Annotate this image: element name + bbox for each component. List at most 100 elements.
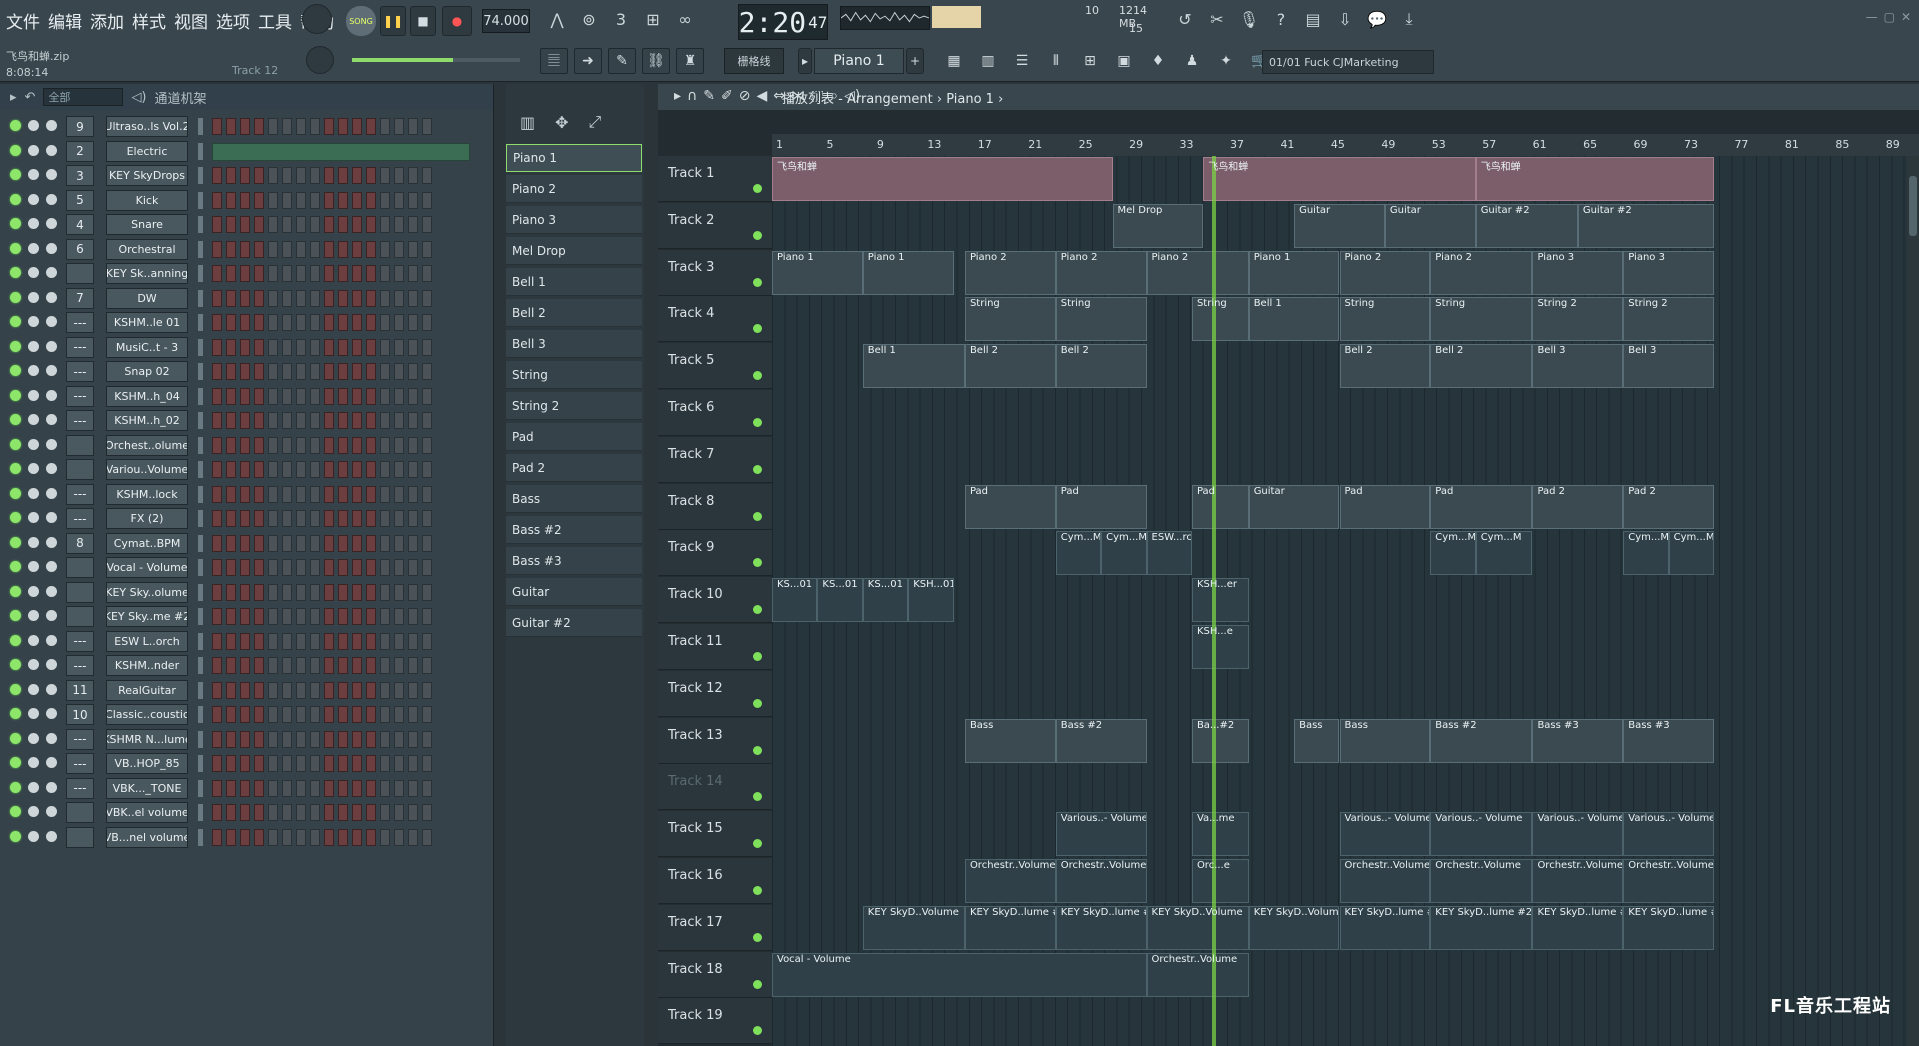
channel-name-button[interactable]: Orchestral bbox=[106, 238, 188, 260]
channel-row[interactable]: --- ESW L..orch bbox=[0, 629, 494, 655]
pattern-clip[interactable]: Piano 3 bbox=[1623, 250, 1715, 295]
step-button[interactable] bbox=[422, 730, 432, 748]
step-button[interactable] bbox=[226, 681, 236, 699]
playback-icon[interactable]: ◁) bbox=[844, 88, 860, 104]
step-button[interactable] bbox=[324, 118, 334, 135]
channel-name-button[interactable]: KSHM..h_04 bbox=[106, 385, 188, 407]
channel-mute-led[interactable] bbox=[10, 830, 21, 842]
step-button[interactable] bbox=[338, 191, 348, 209]
step-button[interactable] bbox=[240, 240, 250, 258]
delete-icon[interactable]: ⊘ bbox=[739, 88, 751, 104]
channel-volume-knob[interactable] bbox=[46, 414, 57, 425]
channel-mute-led[interactable] bbox=[10, 414, 21, 425]
step-button[interactable] bbox=[254, 755, 264, 772]
step-button[interactable] bbox=[268, 387, 278, 405]
automation-clip[interactable]: KEY SkyD..lume #2 bbox=[964, 905, 1056, 950]
step-button[interactable] bbox=[254, 240, 264, 258]
step-button[interactable] bbox=[366, 289, 376, 307]
pattern-clip[interactable]: Piano 2 bbox=[1055, 250, 1147, 295]
step-button[interactable] bbox=[212, 559, 222, 576]
step-button[interactable] bbox=[254, 191, 264, 209]
channel-volume-knob[interactable] bbox=[46, 610, 57, 621]
track-mute-led[interactable] bbox=[753, 792, 762, 802]
channel-pan-knob[interactable] bbox=[28, 169, 39, 180]
step-button[interactable] bbox=[380, 828, 390, 846]
step-button[interactable] bbox=[282, 510, 292, 527]
channel-row[interactable]: Variou..Volume bbox=[0, 457, 494, 483]
step-button[interactable] bbox=[352, 828, 362, 846]
step-button[interactable] bbox=[352, 167, 362, 184]
step-button[interactable] bbox=[254, 387, 264, 405]
step-button[interactable] bbox=[296, 730, 306, 748]
channel-row[interactable]: --- KSHM..le 01 bbox=[0, 310, 494, 336]
step-button[interactable] bbox=[268, 608, 278, 625]
picker-item[interactable]: Bass #3 bbox=[506, 547, 642, 575]
step-button[interactable] bbox=[324, 191, 334, 209]
step-button[interactable] bbox=[282, 265, 292, 282]
step-button[interactable] bbox=[380, 289, 390, 307]
step-button[interactable] bbox=[310, 608, 320, 625]
step-button[interactable] bbox=[394, 167, 404, 184]
step-button[interactable] bbox=[352, 559, 362, 576]
pattern-clip[interactable]: String 2 bbox=[1532, 297, 1624, 342]
channel-mixer-track[interactable] bbox=[66, 826, 94, 848]
channel-volume-knob[interactable] bbox=[46, 634, 57, 646]
channel-pan-knob[interactable] bbox=[28, 806, 39, 817]
picker-item[interactable]: Mel Drop bbox=[506, 237, 642, 265]
step-button[interactable] bbox=[422, 583, 432, 601]
channel-mute-led[interactable] bbox=[10, 708, 21, 719]
pattern-clip[interactable]: String bbox=[1055, 297, 1147, 342]
step-button[interactable] bbox=[226, 657, 236, 674]
step-button[interactable] bbox=[324, 363, 334, 380]
picker-item[interactable]: Piano 1 bbox=[506, 144, 642, 172]
track-mute-led[interactable] bbox=[753, 886, 762, 895]
step-button[interactable] bbox=[282, 412, 292, 429]
step-button[interactable] bbox=[408, 216, 418, 233]
step-button[interactable] bbox=[268, 534, 278, 552]
step-button[interactable] bbox=[212, 167, 222, 184]
step-button[interactable] bbox=[408, 755, 418, 772]
step-button[interactable] bbox=[226, 387, 236, 405]
step-button[interactable] bbox=[212, 265, 222, 282]
channel-pan-knob[interactable] bbox=[28, 389, 39, 401]
step-button[interactable] bbox=[240, 706, 250, 723]
step-button[interactable] bbox=[352, 363, 362, 380]
channel-row[interactable]: 4 Snare bbox=[0, 212, 494, 238]
step-button[interactable] bbox=[212, 608, 222, 625]
countdown-icon[interactable]: 3 bbox=[608, 6, 634, 32]
step-button[interactable] bbox=[422, 387, 432, 405]
step-button[interactable] bbox=[352, 485, 362, 503]
step-button[interactable] bbox=[282, 289, 292, 307]
picker-item[interactable]: Bass bbox=[506, 485, 642, 513]
channel-name-button[interactable]: Kick bbox=[106, 189, 188, 211]
pattern-clip[interactable]: Bass bbox=[964, 718, 1056, 763]
arrangement-grid[interactable]: 飞鸟和蝉 飞鸟和蝉 飞鸟和蝉 Mel Drop Guitar Guitar Guitar #… bbox=[772, 156, 1907, 1046]
channel-mute-led[interactable] bbox=[10, 659, 21, 670]
step-button[interactable] bbox=[338, 510, 348, 527]
channel-mixer-track[interactable] bbox=[66, 459, 94, 480]
step-button[interactable] bbox=[408, 657, 418, 674]
step-button[interactable] bbox=[296, 240, 306, 258]
step-button[interactable] bbox=[422, 338, 432, 356]
channel-volume-knob[interactable] bbox=[46, 120, 57, 131]
automation-clip[interactable]: Cym...M bbox=[1430, 531, 1476, 576]
automation-clip[interactable]: Cym...M bbox=[1475, 531, 1533, 576]
step-button[interactable] bbox=[254, 461, 264, 478]
step-button[interactable] bbox=[380, 265, 390, 282]
channel-pan-knob[interactable] bbox=[28, 487, 39, 499]
channel-pan-knob[interactable] bbox=[28, 144, 39, 156]
step-button[interactable] bbox=[352, 534, 362, 552]
step-button[interactable] bbox=[324, 436, 334, 454]
channel-pan-knob[interactable] bbox=[28, 634, 39, 646]
step-button[interactable] bbox=[394, 510, 404, 527]
channel-mixer-track[interactable] bbox=[66, 606, 94, 627]
step-button[interactable] bbox=[380, 240, 390, 258]
channel-mixer-track[interactable] bbox=[66, 434, 94, 456]
automation-clip[interactable]: KEY SkyD..lume #2 bbox=[1532, 905, 1624, 950]
step-button[interactable] bbox=[408, 289, 418, 307]
step-button[interactable] bbox=[380, 363, 390, 380]
track-mute-led[interactable] bbox=[753, 839, 762, 849]
pattern-clip[interactable]: Piano 3 bbox=[1532, 250, 1624, 295]
step-button[interactable] bbox=[240, 436, 250, 454]
help-icon[interactable]: ? bbox=[1268, 6, 1294, 32]
